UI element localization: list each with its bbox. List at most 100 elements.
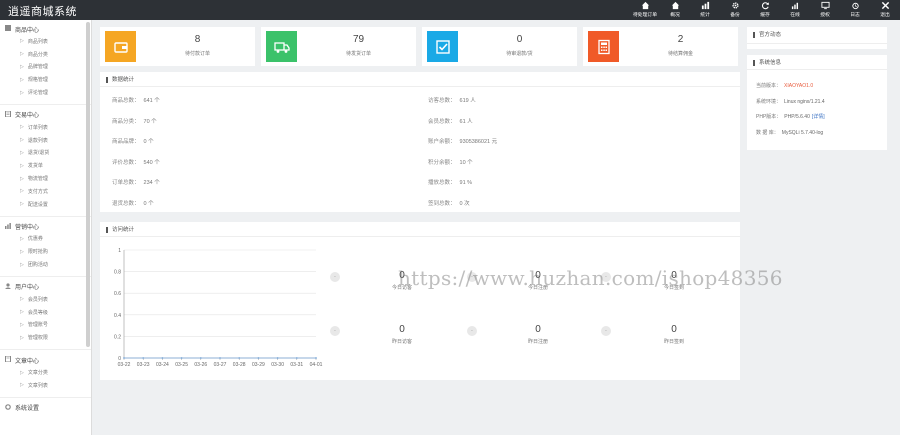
article-icon: [5, 355, 15, 364]
stat-card-2[interactable]: 0 待审退款/货: [422, 27, 577, 66]
sysinfo-label: 当前版本：: [756, 83, 782, 89]
sidebar-group-2[interactable]: 营销中心: [0, 221, 91, 233]
sidebar-item[interactable]: ▷ 文章列表: [0, 379, 91, 392]
sidebar-item[interactable]: ▷ 规格管理: [0, 73, 91, 86]
chevron-right-icon: ▷: [20, 38, 24, 45]
sidebar-group-3[interactable]: 用户中心: [0, 281, 91, 293]
php-detail-link[interactable]: [详情]: [812, 114, 825, 120]
stat-label: 待发货订单: [345, 51, 371, 57]
data-label: 积分余额：: [428, 159, 456, 166]
y-tick-label: 1: [118, 248, 121, 254]
sidebar-item[interactable]: ▷ 管理权限: [0, 331, 91, 344]
data-point: [123, 357, 125, 359]
calculator-icon: [588, 31, 619, 62]
x-tick-label: 03-31: [290, 362, 303, 368]
stat-card-0[interactable]: 8 待付款订单: [100, 27, 255, 66]
data-row-right: 访客总数： 619 人: [428, 96, 476, 104]
data-point: [180, 357, 183, 359]
sidebar-item-label: 商品分类: [27, 51, 48, 58]
sidebar-item[interactable]: ▷ 会员等级: [0, 306, 91, 319]
topnav-item-8[interactable]: 退出: [870, 0, 900, 20]
sysinfo-panel: 系统信息 当前版本： XIAOYAO1.0 系统环境： Linux nginx/1.2…: [747, 55, 887, 150]
sidebar-item-label: 优惠券: [27, 236, 43, 243]
official-panel: 官方动态: [747, 27, 887, 49]
stat-value: 79: [352, 34, 365, 45]
topnav-item-2[interactable]: 统计: [690, 0, 720, 20]
data-value: 619 人: [459, 98, 476, 104]
top-nav: 待处理订单 概况 统计 备份 缓存 在线 授权 日志 退出: [630, 0, 900, 20]
sidebar-item[interactable]: ▷ 限时抢购: [0, 245, 91, 258]
sidebar-item[interactable]: ▷ 配送设置: [0, 198, 91, 211]
topnav-label: 概况: [670, 13, 680, 18]
topnav-label: 统计: [700, 13, 710, 18]
sysinfo-row: PHP版本： PHP/5.6.40 [详情]: [756, 113, 825, 120]
sidebar-item[interactable]: ▷ 会员列表: [0, 293, 91, 306]
x-tick-label: 04-01: [310, 362, 323, 368]
topnav-item-5[interactable]: 在线: [780, 0, 810, 20]
sidebar-group-4[interactable]: 文章中心: [0, 354, 91, 366]
sidebar-item[interactable]: ▷ 文章分类: [0, 366, 91, 379]
stat-card-3[interactable]: 2 待结算佣金: [583, 27, 738, 66]
data-panel-title: 数据统计: [106, 77, 134, 83]
y-tick-label: 0.8: [114, 270, 121, 276]
topnav-item-3[interactable]: 备份: [720, 0, 750, 20]
topnav-item-7[interactable]: 日志: [840, 0, 870, 20]
data-row-right: 积分余额： 10 个: [428, 158, 473, 166]
sidebar-item[interactable]: ▷ 支付方式: [0, 185, 91, 198]
sidebar-item[interactable]: ▷ 团购活动: [0, 258, 91, 271]
data-value: 0 次: [459, 200, 470, 207]
doc-icon: [5, 110, 15, 119]
data-point: [161, 357, 164, 359]
data-value: 540 个: [143, 159, 160, 166]
data-label: 播放总数：: [428, 180, 456, 186]
x-tick-label: 03-29: [252, 362, 265, 368]
sidebar-group-title: 营销中心: [15, 225, 40, 232]
visit-line-chart: 00.20.40.60.8103-22 03-23 03-24 03-25 03-26 0…: [114, 248, 323, 368]
sidebar-item-label: 规格管理: [27, 77, 48, 84]
stat-label: 待付款订单: [184, 51, 210, 57]
sidebar-group-title: 交易中心: [15, 113, 40, 120]
sidebar-scrollbar[interactable]: [86, 22, 90, 347]
sidebar-item[interactable]: ▷ 物流管理: [0, 172, 91, 185]
sidebar-item[interactable]: ▷ 优惠券: [0, 233, 91, 246]
chevron-right-icon: ▷: [20, 124, 24, 131]
user-icon: [5, 283, 15, 291]
sysinfo-label: 系统环境：: [756, 98, 782, 105]
sidebar-item[interactable]: ▷ 管理账号: [0, 319, 91, 332]
x-tick-label: 03-24: [156, 362, 169, 368]
sidebar-item-label: 配送设置: [27, 201, 48, 208]
topnav-label: 缓存: [760, 13, 770, 18]
sidebar-item[interactable]: ▷ 发货单: [0, 159, 91, 172]
sidebar-item[interactable]: ▷ 退款列表: [0, 134, 91, 147]
data-label: 账户余额：: [428, 139, 456, 145]
data-label: 访客总数：: [428, 98, 456, 104]
app-title: 逍遥商城系统: [8, 6, 77, 18]
topnav-item-6[interactable]: 授权: [810, 0, 840, 20]
data-row-left: 退货总数： 0 个: [112, 199, 154, 207]
chevron-right-icon: ▷: [20, 235, 24, 242]
sidebar-item[interactable]: ▷ 评论管理: [0, 86, 91, 99]
sidebar-group-1[interactable]: 交易中心: [0, 109, 91, 121]
sidebar-item[interactable]: ▷ 商品分类: [0, 48, 91, 61]
data-row-left: 商品品牌： 0 个: [112, 137, 154, 145]
stat-card-1[interactable]: 79 待发货订单: [261, 27, 416, 66]
chevron-right-icon: ▷: [20, 309, 24, 316]
topnav-item-0[interactable]: 待处理订单: [630, 0, 660, 20]
topnav-item-1[interactable]: 概况: [660, 0, 690, 20]
data-row-left: 商品总数： 641 个: [112, 96, 160, 104]
overview-value: 0: [399, 324, 405, 335]
sidebar-item-label: 管理权限: [27, 335, 48, 342]
sidebar-item[interactable]: ▷ 品牌管理: [0, 61, 91, 74]
overview-label: 昨日访客: [391, 339, 412, 345]
sidebar-group-title: 用户中心: [15, 285, 40, 292]
data-row-right: 播放总数： 91 %: [428, 178, 472, 186]
sidebar-item[interactable]: ▷ 退货/退货: [0, 147, 91, 160]
topnav-item-4[interactable]: 缓存: [750, 0, 780, 20]
sidebar-item[interactable]: ▷ 商品列表: [0, 35, 91, 48]
stat-value: 8: [194, 34, 201, 45]
sidebar-group-0[interactable]: 商品中心: [0, 23, 91, 35]
sidebar-group-5[interactable]: 系统设置: [0, 402, 91, 414]
home-icon: [641, 1, 650, 10]
stat-value: 2: [677, 34, 684, 45]
sidebar-item[interactable]: ▷ 订单列表: [0, 121, 91, 134]
